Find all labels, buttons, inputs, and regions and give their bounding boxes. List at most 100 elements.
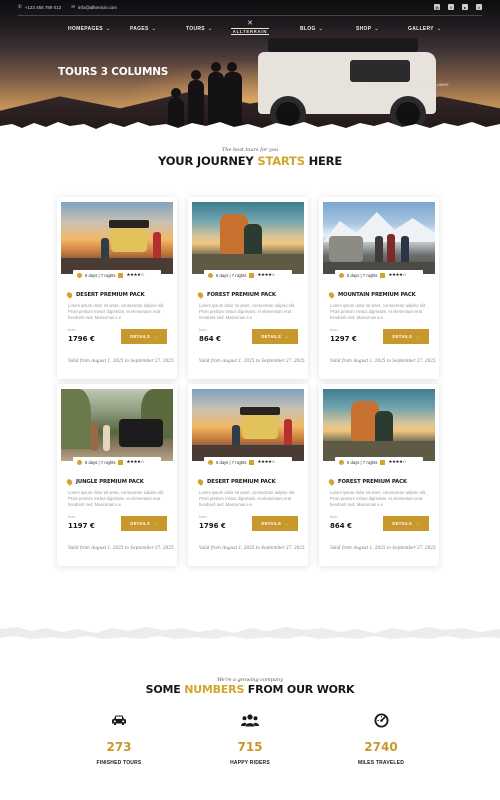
nav-item-homepages[interactable]: HOMEPAGES ⌄ — [68, 26, 110, 32]
tour-card[interactable]: 8 days | 7 nights ★★★★☆ JUNGLE PREMIUM PAC… — [57, 384, 177, 566]
price-from-label: from — [68, 328, 76, 332]
page-title: TOURS 3 COLUMNS — [58, 66, 169, 78]
phone-icon: ✆ — [18, 4, 22, 9]
twitter-icon[interactable]: t — [476, 4, 482, 10]
rating-badge-icon — [249, 459, 255, 465]
clock-icon — [339, 459, 344, 465]
details-button[interactable]: DETAILS → — [383, 329, 429, 344]
rating-stars-icon: ★★★★☆ — [388, 272, 407, 277]
tour-price: 1796 € — [68, 335, 95, 343]
tour-price: 864 € — [199, 335, 221, 343]
price-from-label: from — [330, 328, 338, 332]
tour-title[interactable]: DESERT PREMIUM PACK — [65, 291, 145, 299]
tour-meta: 6 days | 7 nights ★★★★☆ — [204, 457, 292, 467]
tour-description: Lorem ipsum dolor sit amet, consectetur … — [199, 303, 296, 320]
rating-stars-icon: ★★★★☆ — [388, 459, 407, 464]
tour-validity: Valid from August 1, 2025 to September 2… — [199, 358, 305, 363]
location-pin-icon — [327, 291, 336, 299]
chevron-down-icon: ⌄ — [105, 26, 111, 32]
nav-item-tours[interactable]: TOURS ⌄ — [186, 26, 212, 32]
rating-badge-icon — [118, 459, 124, 465]
rating-badge-icon — [249, 272, 255, 278]
tour-price: 1796 € — [199, 522, 226, 530]
tour-card[interactable]: 6 days | 7 nights ★★★★☆ FOREST PREMIUM PAC… — [319, 384, 439, 566]
nav-item-gallery[interactable]: GALLERY ⌄ — [408, 26, 441, 32]
nav-item-blog[interactable]: BLOG ⌄ — [300, 26, 323, 32]
tour-image[interactable] — [323, 202, 435, 274]
tour-image[interactable] — [192, 202, 304, 274]
breadcrumb-tours[interactable]: TOURS — [389, 82, 403, 87]
arrow-right-icon: → — [153, 334, 158, 339]
clock-icon — [208, 272, 213, 278]
tour-validity: Valid from August 1, 2025 to September 2… — [330, 358, 436, 363]
details-button[interactable]: DETAILS → — [383, 516, 429, 531]
tour-description: Lorem ipsum dolor sit amet, consectetur … — [68, 303, 165, 320]
section-title: YOUR JOURNEY STARTS HERE — [158, 154, 342, 168]
tour-card[interactable]: 8 days | 7 nights ★★★★☆ DESERT PREMIUM PAC… — [57, 197, 177, 379]
facebook-icon[interactable]: f — [448, 4, 454, 10]
tour-title[interactable]: JUNGLE PREMIUM PACK — [65, 478, 144, 486]
tour-meta: 8 days | 7 nights ★★★★☆ — [73, 270, 161, 280]
rating-stars-icon: ★★★★☆ — [126, 459, 145, 464]
price-from-label: from — [330, 515, 338, 519]
tour-validity: Valid from August 1, 2025 to September 2… — [199, 545, 305, 550]
phone-contact[interactable]: ✆ +123 456 789 012 — [18, 4, 61, 10]
nav-item-pages[interactable]: PAGES ⌄ — [130, 26, 156, 32]
tour-image[interactable] — [323, 389, 435, 461]
arrow-right-icon: → — [415, 334, 420, 339]
tour-description: Lorem ipsum dolor sit amet, consectetur … — [199, 490, 296, 507]
chevron-down-icon: ⌄ — [436, 26, 442, 32]
site-logo[interactable]: ✕ ALLTERRAIN — [226, 20, 274, 38]
tour-image[interactable] — [192, 389, 304, 461]
tour-title[interactable]: FOREST PREMIUM PACK — [327, 478, 407, 486]
details-button[interactable]: DETAILS → — [252, 516, 298, 531]
instagram-icon[interactable]: ◎ — [434, 4, 440, 10]
email-contact[interactable]: ✉ info@allterrain.com — [71, 4, 117, 10]
tour-card[interactable]: 6 days | 7 nights ★★★★☆ FOREST PREMIUM PAC… — [188, 197, 308, 379]
topbar-divider — [18, 15, 482, 16]
tour-price: 864 € — [330, 522, 352, 530]
torn-paper-divider — [0, 627, 500, 639]
arrow-right-icon: → — [153, 521, 158, 526]
tour-image[interactable] — [61, 389, 173, 461]
arrow-right-icon: → — [415, 521, 420, 526]
nav-item-shop[interactable]: SHOP ⌄ — [356, 26, 379, 32]
logo-emblem-icon: ✕ — [247, 20, 253, 27]
tour-validity: Valid from August 1, 2025 to September 2… — [68, 545, 174, 550]
clock-icon — [208, 459, 213, 465]
tour-validity: Valid from August 1, 2025 to September 2… — [68, 358, 174, 363]
rating-badge-icon — [118, 272, 124, 278]
section-subtitle: The best tours for you — [221, 147, 279, 153]
chevron-down-icon: ⌄ — [151, 26, 157, 32]
details-button[interactable]: DETAILS → — [121, 516, 167, 531]
price-from-label: from — [199, 328, 207, 332]
price-from-label: from — [68, 515, 76, 519]
tour-meta: 8 days | 7 nights ★★★★☆ — [73, 457, 161, 467]
breadcrumb-home[interactable]: HOME — [370, 82, 382, 87]
numbers-title: SOME NUMBERS FROM OUR WORK — [145, 683, 355, 696]
details-button[interactable]: DETAILS → — [252, 329, 298, 344]
details-button[interactable]: DETAILS → — [121, 329, 167, 344]
tour-title[interactable]: MOUNTAIN PREMIUM PACK — [327, 291, 416, 299]
tour-card[interactable]: 6 days | 7 nights ★★★★☆ MOUNTAIN PREMIUM P… — [319, 197, 439, 379]
chevron-down-icon: ⌄ — [207, 26, 213, 32]
tour-description: Lorem ipsum dolor sit amet, consectetur … — [330, 490, 427, 507]
rating-badge-icon — [380, 459, 386, 465]
tour-image[interactable] — [61, 202, 173, 274]
stat-happy-riders: 715 HAPPY RIDERS — [190, 712, 310, 766]
tour-price: 1197 € — [68, 522, 95, 530]
tour-validity: Valid from August 1, 2025 to September 2… — [330, 545, 436, 550]
mail-icon: ✉ — [71, 4, 75, 9]
rating-stars-icon: ★★★★☆ — [126, 272, 145, 277]
stat-finished-tours: 273 FINISHED TOURS — [59, 712, 179, 766]
location-pin-icon — [196, 478, 205, 486]
tour-title[interactable]: DESERT PREMIUM PACK — [196, 478, 276, 486]
tour-title[interactable]: FOREST PREMIUM PACK — [196, 291, 276, 299]
clock-icon — [77, 459, 82, 465]
jeep-roof-rack — [268, 38, 418, 52]
breadcrumb: HOME / TOURS / TOURS 3 COLUMNS — [370, 82, 449, 87]
rating-stars-icon: ★★★★☆ — [257, 459, 276, 464]
chevron-down-icon: ⌄ — [374, 26, 379, 32]
youtube-icon[interactable]: ▸ — [462, 4, 468, 10]
tour-card[interactable]: 6 days | 7 nights ★★★★☆ DESERT PREMIUM PAC… — [188, 384, 308, 566]
